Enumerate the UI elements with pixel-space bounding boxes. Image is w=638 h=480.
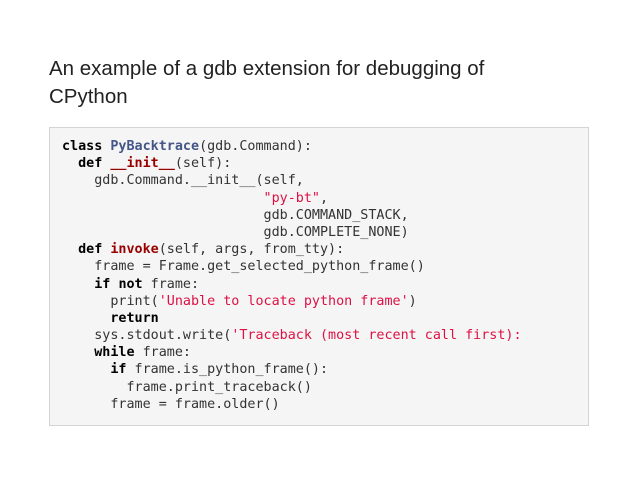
code-line: if frame.is_python_frame():	[62, 361, 522, 378]
code-keyword: return	[110, 310, 159, 326]
code-line: frame.print_traceback()	[62, 379, 522, 396]
slide-title-line-2: CPython	[49, 85, 128, 108]
slide-title: An example of a gdb extension for debugg…	[49, 55, 589, 111]
code-keyword: def	[78, 242, 103, 258]
code-keyword: not	[118, 276, 143, 292]
code-text: frame = frame.older()	[62, 396, 280, 412]
code-text: (gdb.Command):	[199, 139, 312, 154]
code-string: 'Traceback (most recent call first):	[231, 328, 522, 344]
code-text: ,	[319, 190, 329, 206]
code-text: print(	[62, 293, 159, 309]
code-listing: class PyBacktrace(gdb.Command): def __in…	[62, 138, 522, 413]
code-text: gdb.COMMAND_STACK,	[62, 207, 409, 223]
code-line: sys.stdout.write('Traceback (most recent…	[62, 327, 522, 344]
code-line: "py-bt",	[62, 190, 522, 207]
code-line: def invoke(self, args, from_tty):	[62, 241, 522, 258]
code-line: return	[62, 310, 522, 327]
code-string: "py-bt"	[263, 190, 320, 206]
code-line: def __init__(self):	[62, 155, 522, 172]
code-text: sys.stdout.write(	[62, 328, 232, 344]
code-line: if not frame:	[62, 276, 522, 293]
code-line: print('Unable to locate python frame')	[62, 293, 522, 310]
code-text: frame = Frame.get_selected_python_frame(…	[62, 259, 425, 275]
code-block: class PyBacktrace(gdb.Command): def __in…	[49, 127, 589, 426]
code-keyword: class	[62, 139, 103, 154]
code-text: gdb.Command.__init__(self,	[62, 173, 304, 189]
code-line: class PyBacktrace(gdb.Command):	[62, 138, 522, 155]
code-line: gdb.COMMAND_STACK,	[62, 207, 522, 224]
code-class-name: PyBacktrace	[110, 139, 200, 154]
code-string: 'Unable to locate python frame'	[158, 293, 409, 309]
code-text: gdb.COMPLETE_NONE)	[62, 224, 409, 240]
code-text: )	[408, 293, 417, 309]
code-function-name: __init__	[110, 156, 175, 172]
slide-title-line-1: An example of a gdb extension for debugg…	[49, 57, 485, 80]
code-text: frame.is_python_frame():	[126, 362, 329, 378]
code-text: frame.print_traceback()	[62, 379, 312, 395]
code-function-name: invoke	[110, 242, 159, 258]
code-line: frame = Frame.get_selected_python_frame(…	[62, 258, 522, 275]
code-text: frame:	[134, 345, 191, 361]
code-text: frame:	[142, 276, 200, 292]
code-text: (self):	[174, 156, 232, 172]
code-text: (self, args, from_tty):	[158, 242, 345, 258]
code-keyword: def	[78, 156, 103, 172]
code-line: gdb.Command.__init__(self,	[62, 172, 522, 189]
code-keyword: if	[94, 276, 111, 292]
code-keyword: if	[110, 362, 127, 378]
code-line: gdb.COMPLETE_NONE)	[62, 224, 522, 241]
code-keyword: while	[94, 345, 135, 361]
code-line: frame = frame.older()	[62, 396, 522, 413]
code-line: while frame:	[62, 344, 522, 361]
